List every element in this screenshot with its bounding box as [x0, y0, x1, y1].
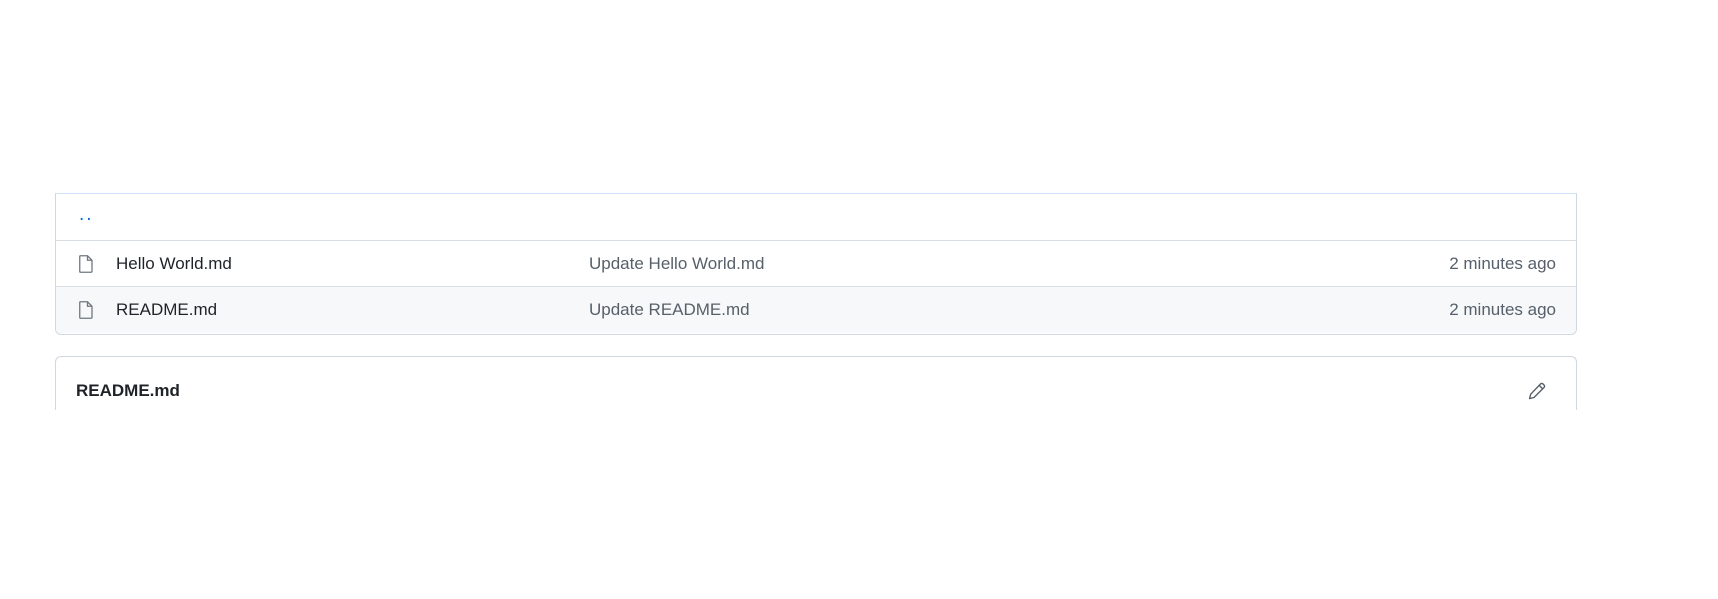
pencil-icon[interactable] — [1528, 382, 1546, 400]
commit-message-link[interactable]: Update Hello World.md — [589, 254, 764, 274]
file-icon — [79, 255, 93, 273]
commit-message-link[interactable]: Update README.md — [589, 300, 750, 320]
file-name-link[interactable]: README.md — [116, 300, 217, 320]
parent-directory-link[interactable]: .. — [79, 204, 94, 226]
file-icon — [79, 301, 93, 319]
parent-directory-row[interactable]: .. — [56, 194, 1576, 241]
readme-panel: README.md — [55, 356, 1577, 410]
readme-title: README.md — [76, 381, 180, 400]
file-list: .. Hello World.md Update Hello World.md … — [55, 193, 1577, 335]
page: .. Hello World.md Update Hello World.md … — [0, 0, 1718, 599]
file-row[interactable]: README.md Update README.md 2 minutes ago — [56, 287, 1576, 333]
file-name-link[interactable]: Hello World.md — [116, 254, 232, 274]
file-row[interactable]: Hello World.md Update Hello World.md 2 m… — [56, 241, 1576, 287]
last-updated-time: 2 minutes ago — [1449, 300, 1556, 319]
last-updated-time: 2 minutes ago — [1449, 254, 1556, 273]
